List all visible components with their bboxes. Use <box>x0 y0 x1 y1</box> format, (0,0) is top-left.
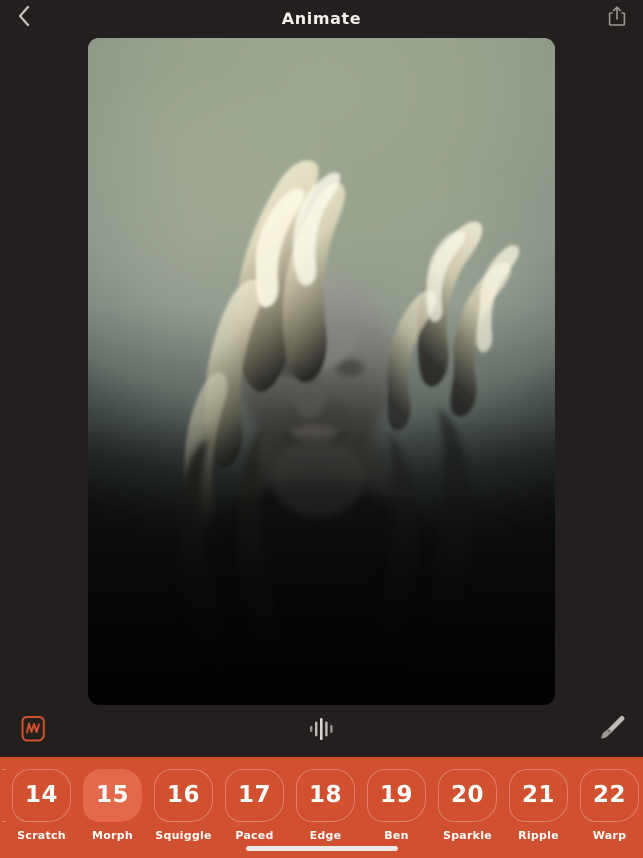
share-button[interactable] <box>597 0 637 36</box>
effect-item-warp[interactable]: 22 Warp <box>574 769 643 841</box>
effect-chip[interactable]: 19 <box>367 769 426 822</box>
effect-chip[interactable]: 17 <box>225 769 284 822</box>
effect-item-scratch[interactable]: 14 Scratch <box>6 769 77 841</box>
back-button[interactable] <box>4 0 44 36</box>
effect-chip[interactable]: 22 <box>580 769 639 822</box>
brush-tool-button[interactable] <box>597 714 627 748</box>
effect-chip[interactable]: 21 <box>509 769 568 822</box>
effect-chip[interactable]: 14 <box>12 769 71 822</box>
canvas-area <box>0 36 643 705</box>
effect-number: 17 <box>237 782 271 808</box>
effect-label: Ripple <box>518 829 559 841</box>
effect-chip[interactable]: 18 <box>296 769 355 822</box>
effect-label: Edge <box>309 829 342 841</box>
home-indicator[interactable] <box>245 846 398 851</box>
effect-number: 22 <box>592 782 626 808</box>
audio-waveform-icon <box>307 718 337 746</box>
artwork-preview[interactable] <box>88 38 555 705</box>
effect-label: Ben <box>384 829 409 841</box>
effect-chip[interactable]: 20 <box>438 769 497 822</box>
effect-item-edge[interactable]: 18 Edge <box>290 769 361 841</box>
audio-waveform-button[interactable] <box>307 716 337 746</box>
chevron-left-icon <box>17 5 31 31</box>
effect-item-sparkle[interactable]: 20 Sparkle <box>432 769 503 841</box>
effect-number: 20 <box>450 782 484 808</box>
paintbrush-icon <box>597 715 627 748</box>
effect-number: 14 <box>24 782 58 808</box>
effect-label: Paced <box>235 829 274 841</box>
effect-number: 18 <box>308 782 342 808</box>
effect-chip-selected[interactable]: 15 <box>83 769 142 822</box>
effects-list[interactable]: 14 Scratch 15 Morph 16 Squiggle 17 Paced… <box>0 769 643 841</box>
header-bar: Animate <box>0 0 643 36</box>
page-title: Animate <box>281 8 362 28</box>
animate-screen: Animate 14 Scratch 15 Morph 16 Squiggle … <box>0 0 643 858</box>
effect-number: 21 <box>521 782 555 808</box>
effect-number: 19 <box>379 782 413 808</box>
effect-chip[interactable]: 16 <box>154 769 213 822</box>
tool-row <box>0 705 643 757</box>
effect-number: 16 <box>166 782 200 808</box>
share-icon <box>608 5 626 31</box>
artwork-haze-overlay <box>88 38 555 705</box>
effect-item-ripple[interactable]: 21 Ripple <box>503 769 574 841</box>
effect-number: 15 <box>95 782 129 808</box>
effect-item-paced[interactable]: 17 Paced <box>219 769 290 841</box>
effect-item-ben[interactable]: 19 Ben <box>361 769 432 841</box>
effect-label: Warp <box>592 829 627 841</box>
effect-label: Sparkle <box>443 829 492 841</box>
effect-label: Morph <box>92 829 133 841</box>
effect-item-morph[interactable]: 15 Morph <box>77 769 148 841</box>
effect-item-squiggle[interactable]: 16 Squiggle <box>148 769 219 841</box>
effects-bar: 14 Scratch 15 Morph 16 Squiggle 17 Paced… <box>0 757 643 858</box>
waveform-squiggle-icon <box>18 716 48 747</box>
effect-label: Squiggle <box>155 829 212 841</box>
squiggle-tool-button[interactable] <box>18 715 48 747</box>
effect-label: Scratch <box>17 829 66 841</box>
